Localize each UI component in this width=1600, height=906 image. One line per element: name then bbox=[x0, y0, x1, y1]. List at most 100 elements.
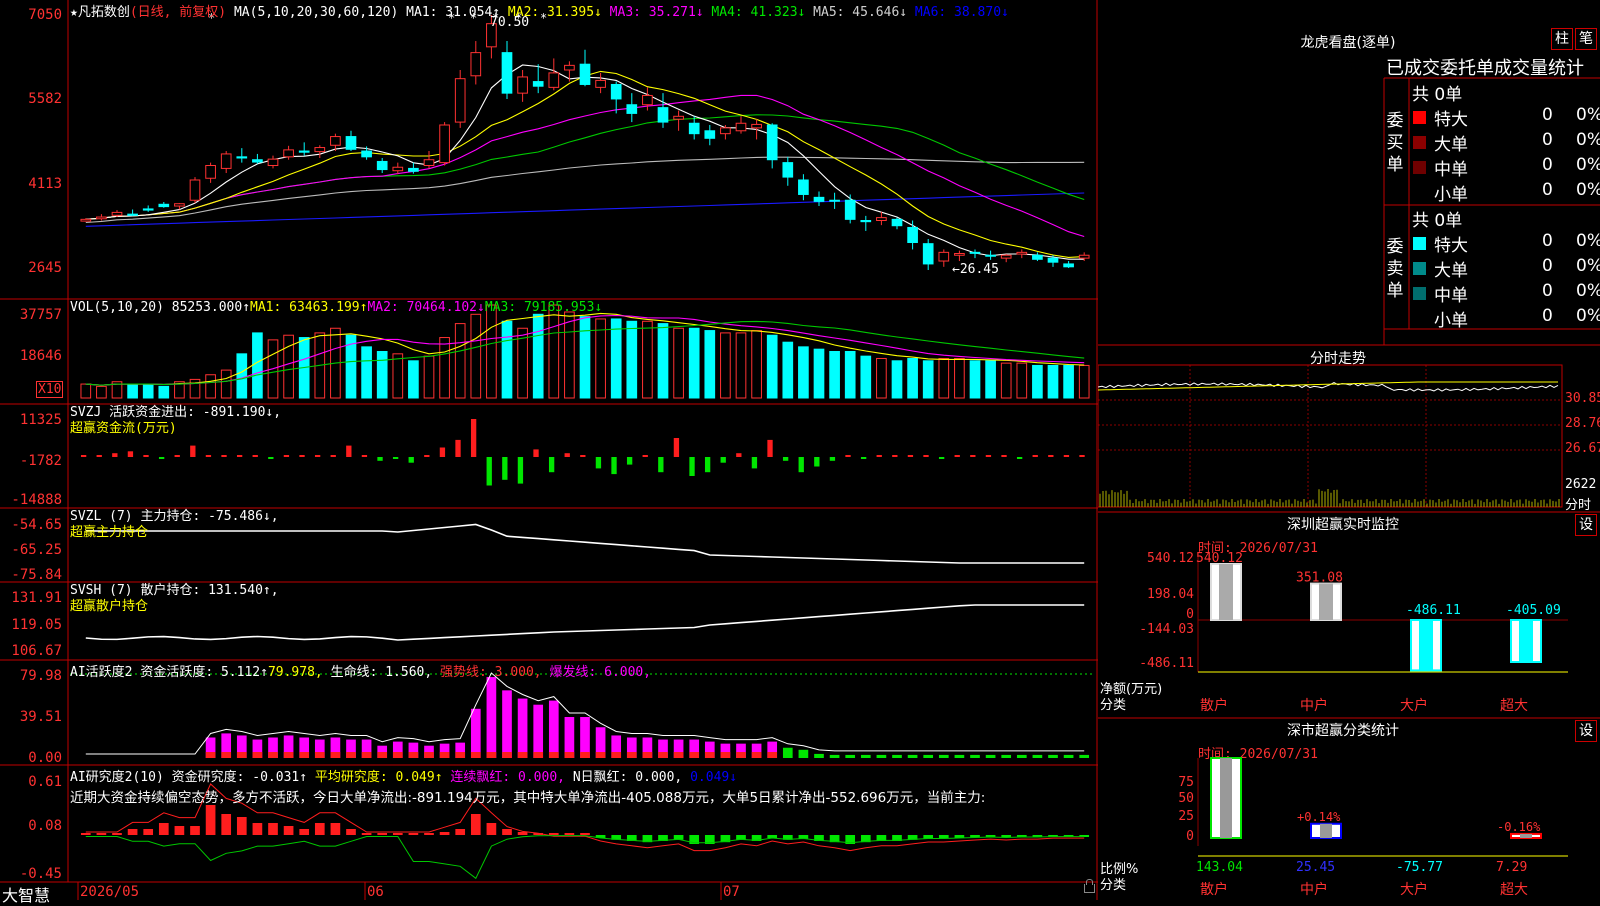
candle-body bbox=[1063, 263, 1074, 268]
ai3-red: 连续飘红: 0.000, bbox=[450, 770, 565, 785]
szc-cat-label-2: 大户 bbox=[1400, 881, 1428, 898]
svzj-bar bbox=[330, 455, 336, 457]
ai2-base bbox=[673, 752, 684, 758]
candle-body bbox=[220, 153, 232, 169]
szm-axis-tick-3: -144.03 bbox=[1139, 622, 1194, 637]
ai2-base bbox=[611, 752, 622, 758]
szm-cat-label-3: 超大 bbox=[1500, 698, 1528, 714]
bar-mode-button[interactable]: 柱 bbox=[1551, 28, 1573, 50]
intraday-chart[interactable] bbox=[1098, 345, 1600, 512]
ai2-base bbox=[533, 752, 544, 758]
ai2-bar bbox=[814, 753, 824, 758]
szc-bar-core-3 bbox=[1520, 833, 1532, 838]
vol-value: 85253.000↑ bbox=[171, 300, 251, 315]
svzj-bar bbox=[595, 457, 602, 469]
volume-bar bbox=[361, 346, 372, 399]
ma3-value: MA3: 35.271↓ bbox=[609, 5, 704, 20]
candle-body bbox=[579, 63, 591, 85]
buy-swatch-3 bbox=[1413, 186, 1426, 199]
volume-bar bbox=[236, 353, 248, 399]
volume-bar bbox=[657, 323, 669, 399]
ai2-bar bbox=[938, 754, 949, 758]
candle-body bbox=[985, 254, 996, 257]
svzl-header: SVZL (7) 主力持仓: -75.486↓, 超赢主力持仓 bbox=[70, 509, 279, 541]
ai2-bar bbox=[470, 708, 481, 758]
ai2-tick-3: 0.00 bbox=[28, 750, 62, 766]
candle-body bbox=[454, 78, 466, 123]
candle-body bbox=[298, 150, 310, 153]
svzj-bar bbox=[533, 449, 539, 457]
ai3-bar bbox=[127, 829, 138, 835]
ai3-last: 0.049↓ bbox=[690, 770, 738, 785]
ai2-bar bbox=[985, 754, 996, 758]
svzj-bar bbox=[158, 457, 165, 459]
ai2-base bbox=[517, 752, 528, 758]
candle-body bbox=[751, 123, 762, 129]
left-chart-area[interactable]: * * * * * * ★凡拓数创(日线, 前复权) MA(5,10,20,30,60,1… bbox=[0, 0, 1098, 905]
ai2-bar bbox=[533, 704, 544, 758]
svzj-bar bbox=[970, 455, 976, 457]
candle-body bbox=[1078, 254, 1090, 259]
volume-bar bbox=[626, 320, 638, 399]
ai3-bar bbox=[439, 832, 450, 835]
ai3-bar bbox=[143, 829, 154, 835]
candle-body bbox=[189, 179, 201, 201]
candle-body bbox=[1000, 254, 1012, 259]
ma1-value: MA1: 31.054↑ bbox=[406, 5, 501, 20]
ai2-bar bbox=[486, 677, 497, 758]
candle-body bbox=[517, 76, 528, 94]
ai3-bar bbox=[96, 833, 107, 835]
szm-axis-tick-0: 540.12 bbox=[1147, 551, 1194, 566]
ai3-bar bbox=[330, 823, 341, 835]
ai2-base bbox=[408, 752, 419, 758]
stock-name[interactable]: ★凡拓数创 bbox=[70, 5, 130, 20]
candle-body bbox=[673, 115, 684, 120]
szm-bar-core-1 bbox=[1319, 583, 1333, 620]
candle-body bbox=[829, 199, 840, 202]
volume-bar bbox=[938, 357, 950, 399]
svzj-bar bbox=[798, 457, 804, 473]
ai3-bar bbox=[486, 823, 497, 835]
ai2-bar bbox=[517, 698, 528, 758]
ma5-value: MA5: 45.646↓ bbox=[813, 5, 908, 20]
volume-bar bbox=[922, 360, 934, 399]
ai2-base bbox=[346, 752, 356, 758]
szc-cat-label-3: 超大 bbox=[1500, 882, 1528, 898]
ai2-base bbox=[455, 752, 466, 758]
szc-bar-label-0: 143.04 bbox=[1196, 860, 1243, 875]
lock-icon[interactable] bbox=[1084, 879, 1095, 893]
buy-count-2: 0 bbox=[1542, 155, 1553, 175]
ai2-bar bbox=[1001, 754, 1012, 758]
sell-name-2: 中单 bbox=[1434, 286, 1468, 306]
volume-bar bbox=[439, 337, 450, 399]
buy-side-label: 委买单 bbox=[1386, 111, 1404, 175]
ai2-bar bbox=[564, 717, 575, 758]
szc-pct-label-1: +0.14% bbox=[1297, 810, 1341, 824]
sell-swatch-3 bbox=[1413, 312, 1426, 325]
brand-label: 大智慧 bbox=[2, 886, 51, 905]
tick-mode-button[interactable]: 笔 bbox=[1575, 28, 1597, 50]
szm-bar-label-3: -405.09 bbox=[1506, 603, 1561, 618]
svzj-label: SVZJ bbox=[70, 405, 102, 420]
sell-pct-1: 0% bbox=[1576, 256, 1600, 276]
svzj-bar bbox=[392, 457, 399, 459]
sz-monitor-panel: 深圳超赢实时监控 设 时间: 2026/07/31 540.12 198.04 0-… bbox=[1098, 512, 1600, 718]
ai3-bar bbox=[455, 829, 466, 835]
szm-bar-label-1: 351.08 bbox=[1296, 571, 1343, 586]
candle-body bbox=[96, 216, 107, 220]
ai2-base bbox=[486, 752, 497, 758]
ai3-bar bbox=[236, 817, 247, 835]
candle-body bbox=[813, 196, 825, 202]
vol-tick-1: 37757 bbox=[19, 307, 62, 323]
sz-class-xlabel: 分类 bbox=[1100, 878, 1127, 893]
sz-class-chart: 7550 25 0 143.04 散户 25.45 +0.14% 中户 -75.77 大户 7.29… bbox=[1178, 757, 1568, 898]
ai2-base bbox=[283, 752, 294, 758]
svzj-bar bbox=[268, 457, 274, 459]
volume-bar bbox=[376, 351, 388, 399]
ai2-burst: 爆发线: 6.000, bbox=[549, 665, 652, 680]
svzl-tick-2: -65.25 bbox=[11, 542, 62, 558]
svzj-tick-1: 11325 bbox=[19, 412, 62, 428]
svzj-bar bbox=[985, 455, 992, 457]
volume-bar bbox=[813, 348, 825, 399]
svzj-bar bbox=[439, 447, 446, 457]
